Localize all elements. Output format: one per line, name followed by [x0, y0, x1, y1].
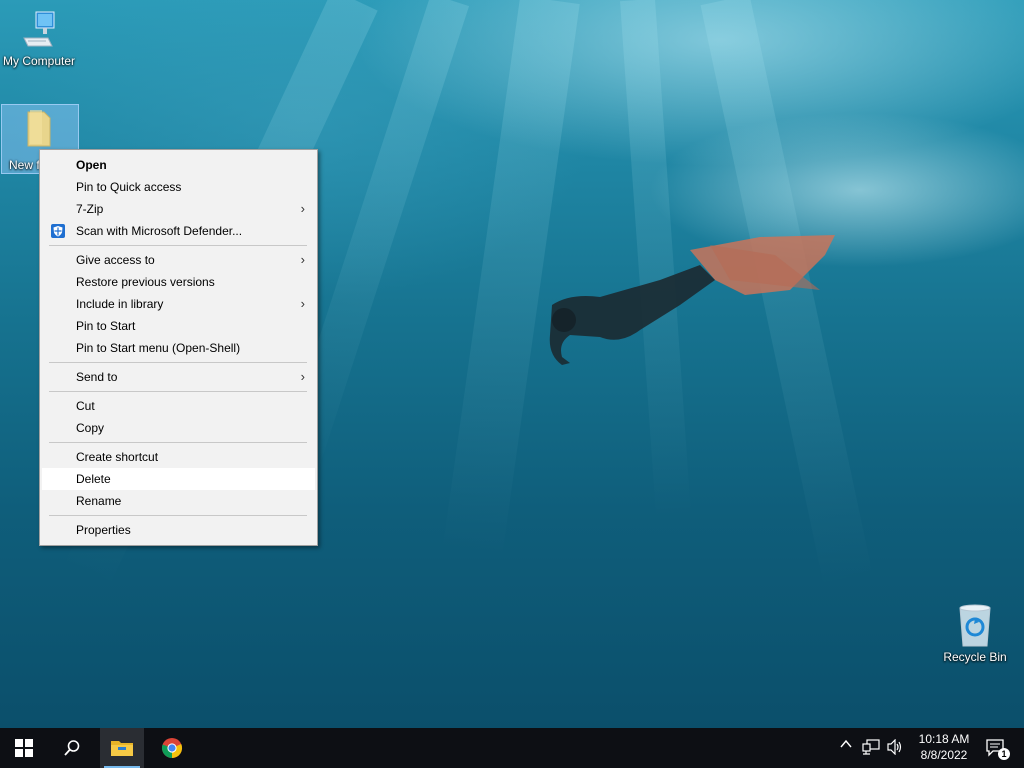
menu-item-label: Pin to Start [76, 319, 136, 333]
menu-item-label: Send to [76, 370, 118, 384]
menu-item-rename[interactable]: Rename [42, 490, 315, 512]
recycle-bin-icon [959, 604, 991, 647]
menu-item-cut[interactable]: Cut [42, 395, 315, 417]
show-hidden-icons-chevron-icon[interactable] [840, 738, 852, 753]
menu-item-properties[interactable]: Properties [42, 519, 315, 541]
menu-item-label: Include in library [76, 297, 164, 311]
file-explorer-icon [111, 741, 133, 756]
action-center-button[interactable]: 1 [976, 728, 1016, 768]
new-folder-desktop-icon[interactable]: New f [1, 108, 77, 172]
menu-item-label: Restore previous versions [76, 275, 215, 289]
volume-icon[interactable] [886, 738, 904, 758]
submenu-arrow-icon: › [300, 201, 305, 216]
menu-item-pin-to-quick-access[interactable]: Pin to Quick access [42, 176, 315, 198]
menu-separator [49, 515, 307, 516]
menu-item-create-shortcut[interactable]: Create shortcut [42, 446, 315, 468]
menu-item-copy[interactable]: Copy [42, 417, 315, 439]
menu-item-label: Scan with Microsoft Defender... [76, 224, 243, 238]
file-explorer-taskbar-button[interactable] [100, 728, 144, 768]
network-icon[interactable] [862, 739, 880, 758]
notification-count-badge: 1 [998, 748, 1010, 760]
clock-time: 10:18 AM [918, 732, 970, 746]
menu-separator [49, 245, 307, 246]
menu-item-7zip[interactable]: 7-Zip › [42, 198, 315, 220]
new-folder-label: New f [9, 158, 40, 172]
recycle-bin-desktop-icon[interactable]: Recycle Bin [937, 602, 1013, 664]
system-clock[interactable]: 10:18 AM 8/8/2022 [914, 731, 974, 763]
submenu-arrow-icon: › [300, 296, 305, 311]
diver-image [549, 235, 835, 365]
menu-item-pin-to-start[interactable]: Pin to Start [42, 315, 315, 337]
menu-separator [49, 362, 307, 363]
menu-item-give-access-to[interactable]: Give access to › [42, 249, 315, 271]
menu-item-send-to[interactable]: Send to › [42, 366, 315, 388]
start-icon [15, 739, 33, 757]
menu-item-label: Cut [76, 399, 95, 413]
computer-icon [23, 11, 55, 47]
menu-separator [49, 442, 307, 443]
chrome-icon [161, 738, 183, 759]
menu-item-label: Pin to Quick access [76, 180, 182, 194]
start-button[interactable] [0, 728, 48, 768]
menu-item-delete[interactable]: Delete [42, 468, 315, 490]
menu-item-label: Pin to Start menu (Open-Shell) [76, 341, 241, 355]
menu-item-label: Open [76, 158, 107, 172]
menu-item-restore-previous-versions[interactable]: Restore previous versions [42, 271, 315, 293]
search-button[interactable] [48, 728, 96, 768]
clock-date: 8/8/2022 [920, 748, 968, 762]
menu-item-include-in-library[interactable]: Include in library › [42, 293, 315, 315]
menu-item-open[interactable]: Open [42, 154, 315, 176]
taskbar: 10:18 AM 8/8/2022 1 [0, 728, 1024, 768]
submenu-arrow-icon: › [300, 369, 305, 384]
menu-item-label: Copy [76, 421, 105, 435]
menu-item-pin-to-start-open-shell[interactable]: Pin to Start menu (Open-Shell) [42, 337, 315, 359]
menu-item-label: Rename [76, 494, 122, 508]
menu-item-label: Delete [76, 472, 111, 486]
chrome-taskbar-button[interactable] [150, 728, 194, 768]
context-menu: Open Pin to Quick access 7-Zip › Scan wit… [39, 149, 318, 546]
search-icon [64, 740, 80, 756]
menu-item-label: Properties [76, 523, 131, 537]
menu-separator [49, 391, 307, 392]
submenu-arrow-icon: › [300, 252, 305, 267]
folder-icon [27, 110, 51, 147]
menu-item-scan-defender[interactable]: Scan with Microsoft Defender... [42, 220, 315, 242]
defender-shield-icon [51, 224, 65, 238]
menu-item-label: 7-Zip [76, 202, 104, 216]
my-computer-label: My Computer [2, 54, 76, 68]
recycle-bin-label: Recycle Bin [943, 650, 1007, 664]
menu-item-label: Create shortcut [76, 450, 159, 464]
menu-item-label: Give access to [76, 253, 155, 267]
my-computer-desktop-icon[interactable]: My Computer [1, 10, 77, 68]
